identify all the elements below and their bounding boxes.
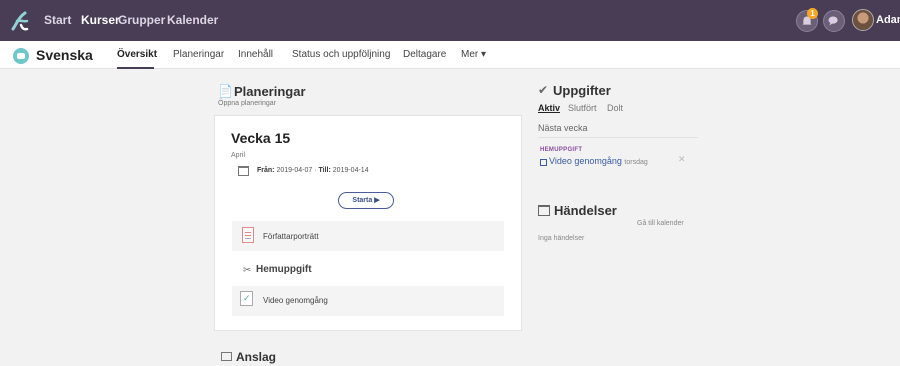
tab-oversikt[interactable]: Översikt xyxy=(117,41,157,69)
nav-grupper[interactable]: Grupper xyxy=(118,0,165,41)
week-title[interactable]: Vecka 15 xyxy=(231,130,290,146)
course-chat-icon xyxy=(13,48,29,64)
divider xyxy=(538,137,698,138)
homework-heading: Hemuppgift xyxy=(256,264,312,275)
start-button[interactable]: Starta ▶ xyxy=(338,192,394,209)
app-logo-icon[interactable] xyxy=(9,9,31,33)
handelser-heading: Händelser xyxy=(554,203,617,218)
filter-aktiv[interactable]: Aktiv xyxy=(538,103,560,113)
assignment-icon xyxy=(240,291,253,306)
events-calendar-icon xyxy=(538,205,550,216)
tab-planeringar[interactable]: Planeringar xyxy=(173,41,224,69)
tab-innehall[interactable]: Innehåll xyxy=(238,41,273,69)
go-to-calendar-link[interactable]: Gå till kalender xyxy=(637,220,684,227)
planeringar-heading: Planeringar xyxy=(234,84,306,99)
notification-count-badge: 1 xyxy=(807,8,818,19)
month-label: April xyxy=(231,152,246,159)
task-link[interactable]: Video genomgång torsdag xyxy=(549,156,648,166)
user-avatar[interactable] xyxy=(852,9,874,31)
homework-tools-icon: ✂ xyxy=(243,265,252,276)
filter-slutfort[interactable]: Slutfört xyxy=(568,103,597,113)
messages-chat-icon[interactable] xyxy=(823,10,845,32)
course-sub-navigation: Svenska Översikt Planeringar Innehåll St… xyxy=(0,41,900,69)
date-range: Från: 2019-04-07 · Till: 2019-04-14 xyxy=(257,167,369,174)
tab-status-och-uppfoljning[interactable]: Status och uppföljning xyxy=(292,41,390,69)
nav-start[interactable]: Start xyxy=(44,0,71,41)
tab-deltagare[interactable]: Deltagare xyxy=(403,41,446,69)
nav-kalender[interactable]: Kalender xyxy=(167,0,218,41)
filter-dolt[interactable]: Dolt xyxy=(607,103,623,113)
item-video-label[interactable]: Video genomgång xyxy=(263,296,328,305)
calendar-icon xyxy=(238,166,249,176)
task-type-label: HEMUPPGIFT xyxy=(540,147,583,153)
tab-mer-dropdown[interactable]: Mer ▾ xyxy=(461,41,486,69)
uppgifter-heading: Uppgifter xyxy=(553,83,611,98)
anslag-heading: Anslag xyxy=(236,350,277,364)
close-icon[interactable]: ✕ xyxy=(678,154,686,165)
task-day: torsdag xyxy=(624,159,648,166)
document-icon xyxy=(242,227,254,243)
planeringar-subtitle: Öppna planeringar xyxy=(218,100,276,107)
task-checkbox[interactable] xyxy=(540,159,547,166)
no-events-text: Inga händelser xyxy=(538,235,585,242)
next-week-label: Nästa vecka xyxy=(538,123,588,133)
checkmark-icon: ✔ xyxy=(538,83,549,97)
nav-kurser[interactable]: Kurser xyxy=(81,0,120,41)
planning-document-icon: 📄 xyxy=(218,84,233,98)
active-tab-indicator xyxy=(117,67,154,69)
top-navigation-bar: Start Kurser Grupper Kalender 1 Adam xyxy=(0,0,900,41)
course-title[interactable]: Svenska xyxy=(36,41,93,69)
user-name[interactable]: Adam xyxy=(876,0,900,41)
item-author-portrait-label[interactable]: Författarporträtt xyxy=(263,232,319,241)
noticeboard-icon xyxy=(221,352,232,361)
